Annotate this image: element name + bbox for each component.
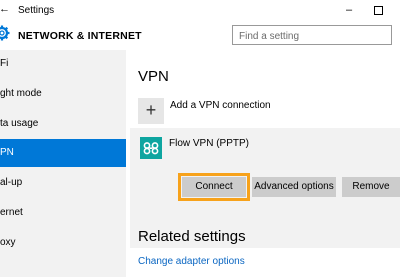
sidebar-item-label: Fi bbox=[0, 58, 9, 69]
back-arrow-icon[interactable]: ← bbox=[0, 3, 10, 15]
sidebar-item-label: ta usage bbox=[0, 118, 39, 129]
maximize-button[interactable] bbox=[369, 3, 387, 17]
sidebar-item-ethernet[interactable]: ernet bbox=[0, 199, 126, 227]
sidebar-item-wifi[interactable]: Fi bbox=[0, 50, 126, 78]
gear-icon bbox=[0, 25, 10, 41]
remove-button[interactable]: Remove bbox=[342, 177, 400, 197]
minimize-button[interactable]: – bbox=[340, 3, 358, 17]
advanced-options-button[interactable]: Advanced options bbox=[252, 177, 336, 197]
window-title: Settings bbox=[18, 5, 55, 16]
sidebar-item-label: PN bbox=[0, 147, 14, 158]
sidebar-item-label: ght mode bbox=[0, 88, 42, 99]
add-vpn-label: Add a VPN connection bbox=[170, 100, 271, 111]
sidebar-item-label: al-up bbox=[0, 177, 23, 188]
sidebar-item-vpn[interactable]: PN bbox=[0, 139, 126, 167]
add-vpn-connection-button[interactable]: + Add a VPN connection bbox=[138, 98, 388, 126]
section-title: VPN bbox=[138, 68, 169, 85]
main-content: VPN + Add a VPN connection Flow VPN (PPT… bbox=[126, 50, 400, 277]
vpn-connection-name: Flow VPN (PPTP) bbox=[169, 138, 250, 149]
connect-button[interactable]: Connect bbox=[182, 177, 246, 197]
page-header: NETWORK & INTERNET bbox=[0, 22, 400, 50]
title-bar: ← Settings – bbox=[0, 0, 400, 22]
sidebar-item-dial-up[interactable]: al-up bbox=[0, 169, 126, 197]
sidebar-item-label: oxy bbox=[0, 237, 16, 248]
change-adapter-options-link[interactable]: Change adapter options bbox=[138, 256, 245, 267]
sidebar: Fi ght mode ta usage PN al-up ernet oxy bbox=[0, 50, 126, 277]
search-box[interactable] bbox=[232, 25, 392, 46]
vpn-link-icon bbox=[140, 137, 162, 159]
related-settings-title: Related settings bbox=[138, 228, 246, 245]
plus-icon: + bbox=[138, 98, 164, 124]
sidebar-item-data-usage[interactable]: ta usage bbox=[0, 110, 126, 138]
sidebar-item-airplane-mode[interactable]: ght mode bbox=[0, 80, 126, 108]
page-title: NETWORK & INTERNET bbox=[18, 30, 142, 42]
search-input[interactable] bbox=[233, 27, 379, 46]
sidebar-item-proxy[interactable]: oxy bbox=[0, 229, 126, 257]
sidebar-item-label: ernet bbox=[0, 207, 23, 218]
